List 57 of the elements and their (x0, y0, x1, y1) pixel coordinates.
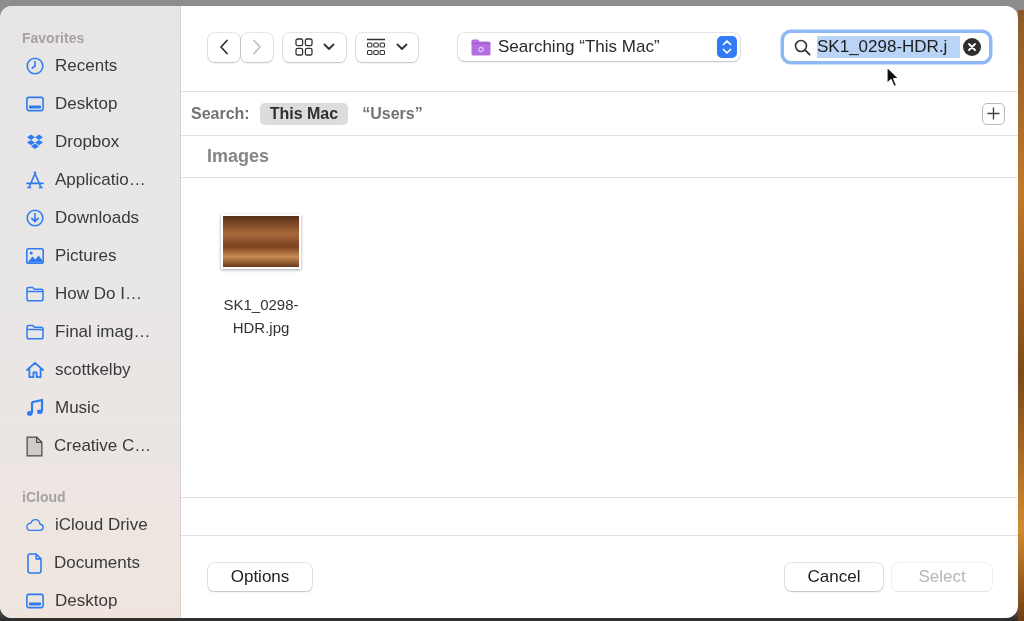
scope-button[interactable]: “Users” (352, 102, 433, 125)
search-field[interactable]: SK1_0298-HDR.j (784, 33, 989, 61)
diamonds-icon (26, 133, 44, 151)
folder-gear-icon (471, 38, 491, 56)
search-query: SK1_0298-HDR.j (817, 36, 960, 58)
caret-icon (322, 43, 335, 51)
sidebar-item[interactable]: Pictures (0, 237, 172, 275)
sidebar-section-title: iCloud (21, 488, 67, 506)
sidebar-item[interactable]: Desktop (0, 582, 172, 618)
sidebar-item[interactable]: Recents (0, 47, 172, 85)
sidebar-item[interactable]: Music (0, 389, 172, 427)
sidebar-item[interactable]: How Do I… (0, 275, 172, 313)
sidebar-item[interactable]: Downloads (0, 199, 172, 237)
document-icon (26, 435, 43, 457)
icon-view-button[interactable] (283, 32, 346, 62)
sidebar-item[interactable]: Applicatio… (0, 161, 172, 199)
group-by-button[interactable] (356, 32, 418, 62)
search-scope-label: Search: (191, 104, 250, 123)
plus-icon (987, 107, 1000, 120)
sidebar-item[interactable]: scottkelby (0, 351, 172, 389)
scope-button[interactable]: This Mac (259, 102, 349, 125)
letter-a-icon (26, 171, 44, 189)
picture-icon (26, 247, 44, 265)
download-icon (26, 209, 44, 227)
chevron-left-icon (219, 39, 229, 55)
sidebar-item[interactable]: iCloud Drive (0, 506, 172, 544)
section-title: Images (207, 146, 270, 167)
cloud-icon (26, 516, 44, 534)
sidebar-item[interactable]: Documents (0, 544, 172, 582)
chevron-right-icon (252, 39, 262, 55)
display-icon (26, 95, 44, 113)
file-name[interactable]: SK1_0298-HDR.jpg (211, 293, 311, 339)
grouped-grid-icon (366, 38, 386, 56)
dialog-button[interactable]: Cancel (785, 563, 883, 591)
sidebar-item[interactable]: Desktop (0, 85, 172, 123)
sidebar-item[interactable]: Dropbox (0, 123, 172, 161)
options-button[interactable]: Options (208, 563, 312, 591)
home-icon (26, 361, 44, 379)
location-popup[interactable]: Searching “This Mac” (458, 33, 740, 61)
back-button[interactable] (208, 32, 240, 62)
clear-icon[interactable] (963, 38, 981, 56)
photo-placeholder[interactable] (221, 214, 301, 269)
grid-icon (294, 38, 313, 56)
caret-icon (396, 43, 408, 51)
cursor-icon (886, 66, 900, 88)
stepper-icon (717, 36, 737, 58)
sidebar-item[interactable]: Creative C… (0, 427, 172, 465)
add-button[interactable] (982, 102, 1005, 125)
sidebar-item[interactable]: Final imag… (0, 313, 172, 351)
document-icon (26, 552, 43, 574)
display-icon (26, 592, 44, 610)
sidebar-section-title: Favorites (21, 29, 86, 47)
music-note-icon (26, 399, 44, 417)
folder-icon (26, 323, 44, 341)
search-icon (794, 38, 811, 56)
folder-icon (26, 285, 44, 303)
clock-icon (26, 57, 44, 75)
